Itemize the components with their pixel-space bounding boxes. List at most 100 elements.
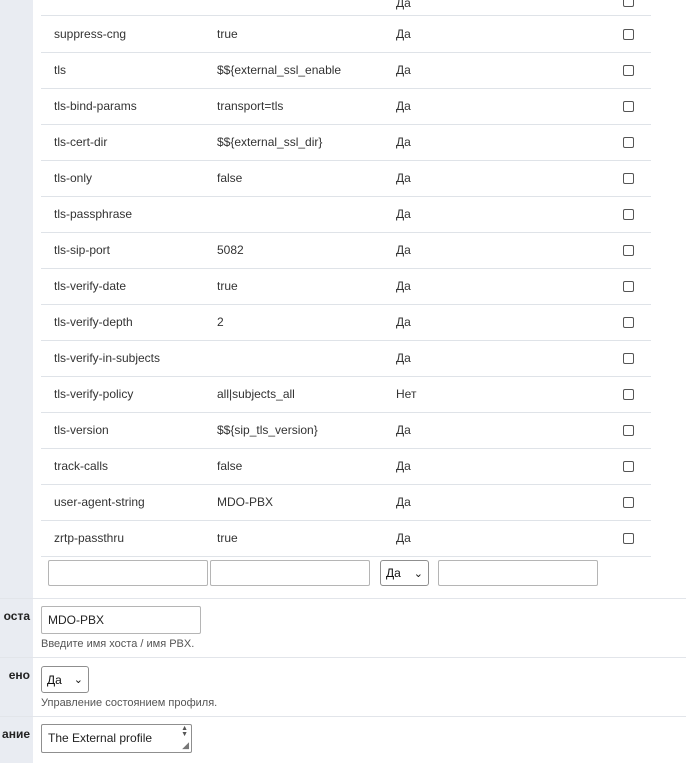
setting-enabled-text: Нет: [396, 387, 417, 401]
setting-value-text: true: [217, 279, 238, 293]
new-setting-value-input[interactable]: [210, 560, 370, 586]
row-select-checkbox[interactable]: [622, 28, 634, 40]
setting-enabled: Да: [396, 160, 456, 196]
row-select-checkbox[interactable]: [622, 424, 634, 436]
row-select-checkbox[interactable]: [622, 64, 634, 76]
new-setting-enabled-select[interactable]: Да ⌄: [380, 560, 429, 586]
setting-enabled-text: Да: [396, 351, 411, 365]
setting-value-text: 5082: [217, 243, 244, 257]
enabled-label: ено: [8, 668, 30, 682]
row-select-checkbox[interactable]: [622, 532, 634, 544]
setting-name-text: tls-verify-in-subjects: [54, 351, 161, 365]
setting-enabled-text: Да: [396, 459, 411, 473]
table-row: tls-verify-depth 2 Да: [41, 304, 651, 341]
setting-value: $${external_ssl_dir}: [217, 124, 382, 160]
new-setting-name-input[interactable]: [48, 560, 208, 586]
setting-name: tls-only: [54, 160, 214, 196]
row-checkbox-cell: [619, 268, 637, 304]
enabled-select-value: Да: [47, 672, 62, 687]
setting-name-text: tls: [54, 63, 66, 77]
table-row: tls-bind-params transport=tls Да: [41, 88, 651, 125]
setting-name: suppress-cng: [54, 16, 214, 52]
setting-value: false: [217, 160, 382, 196]
setting-value: all|subjects_all: [217, 376, 382, 412]
setting-value: $${sip_tls_version}: [217, 412, 382, 448]
row-select-checkbox[interactable]: [622, 244, 634, 256]
setting-name: tls-version: [54, 412, 214, 448]
setting-value-text: MDO-PBX: [217, 495, 274, 509]
enabled-help-text: Управление состоянием профиля.: [41, 697, 218, 709]
setting-value: [217, 340, 382, 376]
spinner-icon: ▲ ▼: [181, 725, 188, 738]
setting-name-text: tls-bind-params: [54, 99, 137, 113]
setting-name-text: tls-cert-dir: [54, 135, 108, 149]
setting-name-text: tls-version: [54, 423, 109, 437]
table-row: tls-passphrase Да: [41, 196, 651, 233]
row-select-checkbox[interactable]: [622, 496, 634, 508]
setting-value: transport=tls: [217, 88, 382, 124]
description-textarea[interactable]: The External profile ▲ ▼ ◢: [41, 724, 192, 753]
setting-enabled: Да: [396, 16, 456, 52]
setting-name: user-agent-string: [54, 484, 214, 520]
enabled-select[interactable]: Да ⌄: [41, 666, 89, 693]
row-select-checkbox[interactable]: [622, 136, 634, 148]
table-row: tls-verify-date true Да: [41, 268, 651, 305]
setting-name-text: track-calls: [54, 459, 109, 473]
settings-table: Да suppress-cng true Да tls $${external_ssl_e…: [33, 0, 686, 600]
setting-enabled-text: Да: [396, 315, 411, 329]
setting-name: tls-sip-port: [54, 232, 214, 268]
setting-value: false: [217, 448, 382, 484]
row-checkbox-cell: [619, 160, 637, 196]
row-checkbox-cell: [619, 16, 637, 52]
table-row: tls-sip-port 5082 Да: [41, 232, 651, 269]
enabled-label-cell: ено: [0, 658, 33, 716]
setting-value-text: $${sip_tls_version}: [217, 423, 318, 437]
row-select-checkbox[interactable]: [622, 352, 634, 364]
row-select-checkbox[interactable]: [622, 316, 634, 328]
row-select-checkbox[interactable]: [622, 280, 634, 292]
row-checkbox-cell: [619, 376, 637, 412]
setting-value-text: 2: [217, 315, 224, 329]
setting-enabled: Да: [396, 52, 456, 88]
chevron-down-icon: ⌄: [413, 568, 423, 580]
new-setting-description-input[interactable]: [438, 560, 598, 586]
hostname-label-cell: оста: [0, 599, 33, 657]
setting-enabled: Да: [396, 196, 456, 232]
row-checkbox-cell: [619, 124, 637, 160]
setting-enabled-text: Да: [396, 243, 411, 257]
row-checkbox-cell: [619, 232, 637, 268]
table-row: user-agent-string MDO-PBX Да: [41, 484, 651, 521]
setting-name-text: tls-verify-policy: [54, 387, 134, 401]
setting-enabled-text: Да: [396, 0, 411, 10]
row-checkbox-cell: [619, 88, 637, 124]
setting-value-text: all|subjects_all: [217, 387, 295, 401]
setting-value: [217, 196, 382, 232]
setting-enabled: Да: [396, 520, 456, 556]
description-label: ание: [2, 727, 30, 741]
setting-value-text: true: [217, 27, 238, 41]
row-select-checkbox[interactable]: [622, 172, 634, 184]
setting-value-text: $${external_ssl_dir}: [217, 135, 323, 149]
row-select-checkbox[interactable]: [622, 388, 634, 400]
setting-enabled-text: Да: [396, 99, 411, 113]
row-checkbox-cell: [619, 304, 637, 340]
table-row: tls-only false Да: [41, 160, 651, 197]
setting-value: 5082: [217, 232, 382, 268]
row-select-checkbox[interactable]: [622, 208, 634, 220]
table-row: zrtp-passthru true Да: [41, 520, 651, 557]
hostname-input[interactable]: [41, 606, 201, 634]
setting-enabled: Да: [396, 412, 456, 448]
table-row: tls-verify-in-subjects Да: [41, 340, 651, 377]
setting-value-text: true: [217, 531, 238, 545]
row-select-checkbox[interactable]: [622, 0, 634, 7]
setting-value: true: [217, 520, 382, 556]
setting-name: tls-verify-date: [54, 268, 214, 304]
row-select-checkbox[interactable]: [622, 460, 634, 472]
row-checkbox-cell: [619, 0, 637, 15]
description-text: The External profile: [48, 731, 153, 745]
setting-value: $${external_ssl_enable: [217, 52, 382, 88]
row-select-checkbox[interactable]: [622, 100, 634, 112]
setting-enabled: Да: [396, 124, 456, 160]
setting-value: MDO-PBX: [217, 484, 382, 520]
table-row: tls-verify-policy all|subjects_all Нет: [41, 376, 651, 413]
